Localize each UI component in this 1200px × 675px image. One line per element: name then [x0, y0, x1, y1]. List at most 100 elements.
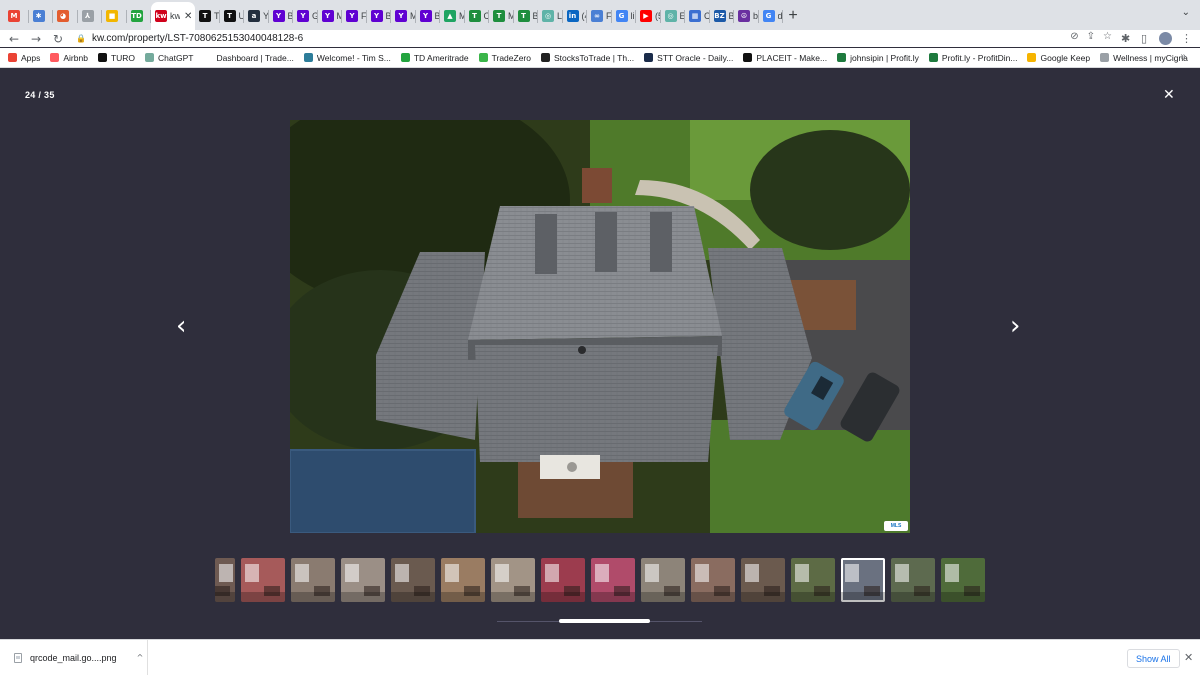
forward-icon[interactable]: → — [25, 30, 47, 47]
new-tab-icon[interactable]: + — [783, 2, 803, 30]
keep-icon — [1027, 53, 1037, 62]
browser-tab[interactable]: YBarr — [416, 2, 440, 30]
bookmark-item[interactable]: Profit.ly - ProfitDin... — [928, 53, 1017, 63]
tab-strip: M✱◕⅄■TDkwkw✕TTracTUppaYouYBTAYGBXYMSIYF … — [0, 0, 1200, 30]
browser-tab[interactable]: ■ — [102, 2, 127, 30]
bookmark-item[interactable]: Wellness | myCigna — [1100, 53, 1188, 63]
teal-icon: ◎ — [664, 10, 677, 22]
bookmark-item[interactable]: Welcome! - Tim S... — [303, 53, 391, 63]
browser-tab[interactable]: TD — [127, 2, 152, 30]
browser-tab[interactable]: ▦Cre — [685, 2, 710, 30]
thumbnail[interactable] — [341, 558, 385, 602]
profile-avatar[interactable] — [1159, 30, 1172, 47]
yahoo-icon: Y — [419, 10, 432, 22]
browser-tab[interactable]: M — [4, 2, 29, 30]
browser-tab[interactable]: in(44 — [563, 2, 587, 30]
bookmark-item[interactable]: Dashboard | Trade... — [203, 53, 294, 63]
thumbnail-detail — [791, 592, 835, 602]
browser-tab[interactable]: YGBX — [293, 2, 318, 30]
reload-icon[interactable]: ↻ — [47, 30, 69, 47]
browser-tab[interactable]: ▲My — [440, 2, 465, 30]
avatar[interactable] — [1159, 32, 1172, 45]
bookmark-item[interactable]: TD Ameritrade — [400, 53, 469, 63]
browser-tab[interactable]: TUpp — [220, 2, 244, 30]
lock-icon[interactable]: 🔒 — [76, 34, 86, 43]
bookmarks-overflow-icon[interactable]: » — [1180, 51, 1186, 62]
browser-tab[interactable]: TTrac — [195, 2, 220, 30]
thumbnail-scroll-thumb[interactable] — [559, 619, 650, 623]
tab-search-icon[interactable]: ⌄ — [1182, 7, 1190, 18]
thumbnail[interactable] — [291, 558, 335, 602]
profitly-icon — [928, 53, 938, 62]
bookmark-item[interactable]: johnsipin | Profit.ly — [837, 53, 919, 63]
bookmark-item[interactable]: TradeZero — [478, 53, 531, 63]
browser-tab[interactable]: YF In — [342, 2, 367, 30]
browser-tab[interactable]: ▶(5) — [636, 2, 661, 30]
browser-tab[interactable]: ∞Free — [587, 2, 612, 30]
browser-tab[interactable]: YBTA — [367, 2, 391, 30]
browser-tab[interactable]: ◎Effe — [661, 2, 685, 30]
thumbnail[interactable] — [491, 558, 535, 602]
browser-tab[interactable]: ⅄ — [78, 2, 103, 30]
browser-tab[interactable]: ☮birm — [734, 2, 759, 30]
browser-tab[interactable]: TBefr — [514, 2, 538, 30]
browser-tab[interactable]: ◕ — [53, 2, 78, 30]
thumbnail-strip[interactable] — [215, 558, 987, 602]
previous-photo-icon[interactable]: ‹ — [176, 313, 186, 339]
yahoo-icon: Y — [346, 10, 358, 22]
download-item[interactable]: qrcode_mail.go....png ^ — [0, 639, 148, 675]
thumbnail[interactable] — [215, 558, 235, 602]
browser-tab[interactable]: Glink — [612, 2, 636, 30]
bookmark-item[interactable]: Airbnb — [50, 53, 88, 63]
bookmark-item[interactable]: TURO — [97, 53, 135, 63]
thumbnail-detail — [945, 564, 959, 582]
blocked-icon[interactable]: ⊘ — [1070, 31, 1078, 42]
close-tab-icon[interactable]: ✕ — [184, 11, 192, 22]
browser-tab[interactable]: ◎Lan — [538, 2, 563, 30]
browser-menu-icon[interactable]: ⋮ — [1181, 30, 1192, 47]
thumbnail[interactable] — [441, 558, 485, 602]
bookmark-item[interactable]: PLACEIT - Make... — [743, 53, 827, 63]
show-all-button[interactable]: Show All — [1127, 649, 1180, 668]
browser-tab[interactable]: YBTA — [269, 2, 293, 30]
chevron-up-icon[interactable]: ^ — [137, 653, 144, 662]
back-icon[interactable]: ← — [3, 30, 25, 47]
extensions-icon[interactable]: ✱ — [1121, 30, 1130, 47]
address-url[interactable]: kw.com/property/LST-7080625153040048128-… — [92, 33, 303, 44]
thumbnail[interactable] — [941, 558, 985, 602]
close-gallery-icon[interactable]: ✕ — [1163, 87, 1175, 103]
bookmark-item[interactable]: Apps — [8, 53, 40, 63]
share-icon[interactable]: ⇪ — [1087, 31, 1095, 42]
thumbnail[interactable] — [741, 558, 785, 602]
bookmark-item[interactable]: Google Keep — [1027, 53, 1090, 63]
bookmark-item[interactable]: STT Oracle - Daily... — [644, 53, 733, 63]
bookmark-item[interactable]: ChatGPT — [145, 53, 193, 63]
thumbnail[interactable] — [691, 558, 735, 602]
browser-tab[interactable]: BZBiot — [710, 2, 734, 30]
thumbnail[interactable] — [591, 558, 635, 602]
bookmark-star-icon[interactable]: ☆ — [1103, 31, 1112, 42]
download-filename: qrcode_mail.go....png — [30, 652, 117, 663]
browser-tab[interactable]: YMET — [391, 2, 416, 30]
thumbnail-detail — [845, 564, 859, 582]
browser-tab[interactable]: ✱ — [29, 2, 54, 30]
thumbnail[interactable] — [891, 558, 935, 602]
thumbnail[interactable] — [241, 558, 285, 602]
browser-tab[interactable]: Gdick — [759, 2, 783, 30]
browser-tab[interactable]: TCon — [465, 2, 489, 30]
apps-grid-icon — [8, 53, 17, 62]
side-panel-icon[interactable]: ▯ — [1141, 30, 1147, 47]
next-photo-icon[interactable]: › — [1010, 313, 1020, 339]
thumbnail[interactable] — [541, 558, 585, 602]
close-download-bar-icon[interactable]: ✕ — [1184, 651, 1193, 664]
browser-tab[interactable]: kw kw ✕ — [151, 2, 195, 30]
browser-tab[interactable]: YMSI — [318, 2, 342, 30]
address-bar[interactable]: 🔒 kw.com/property/LST-708062515304004812… — [68, 30, 1118, 47]
thumbnail[interactable] — [791, 558, 835, 602]
thumbnail[interactable] — [641, 558, 685, 602]
thumbnail-active[interactable] — [841, 558, 885, 602]
browser-tab[interactable]: aYou — [244, 2, 269, 30]
browser-tab[interactable]: TMas — [489, 2, 514, 30]
bookmark-item[interactable]: StocksToTrade | Th... — [541, 53, 634, 63]
thumbnail[interactable] — [391, 558, 435, 602]
